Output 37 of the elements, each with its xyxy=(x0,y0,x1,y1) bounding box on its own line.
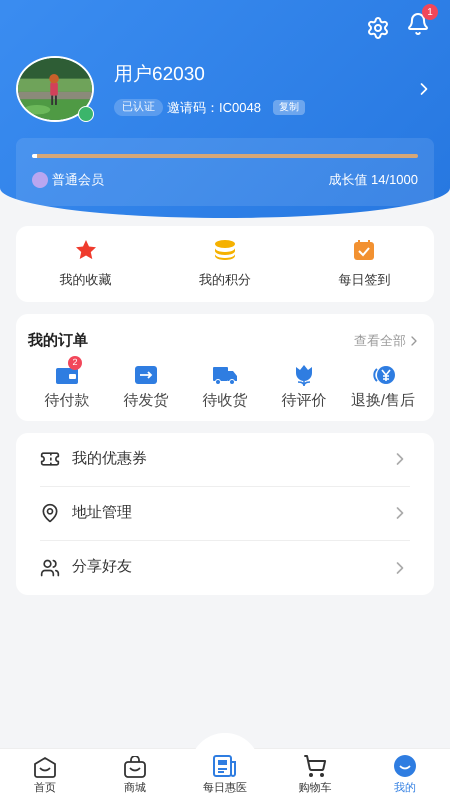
order-status[interactable]: 待评价 xyxy=(265,364,343,412)
location-pin-icon xyxy=(40,503,60,523)
orders-title: 我的订单 xyxy=(28,330,88,350)
badge-icon xyxy=(78,106,94,122)
count-badge: 2 xyxy=(68,356,82,370)
member-medal-icon xyxy=(32,172,48,188)
coins-icon xyxy=(212,238,237,262)
quick-link[interactable]: 每日签到 xyxy=(314,238,414,290)
quick-link[interactable]: 我的积分 xyxy=(174,238,275,290)
star-icon xyxy=(74,238,98,262)
tab-item[interactable]: 商城 xyxy=(100,749,170,800)
notification-badge: 1 xyxy=(422,4,438,20)
menu-item[interactable]: 我的优惠券 xyxy=(40,432,410,486)
invite-code: 邀请码：IC0048 xyxy=(167,98,261,116)
newspaper-icon xyxy=(212,754,238,778)
cart-icon xyxy=(303,754,327,778)
settings-button[interactable] xyxy=(366,16,390,40)
truck-icon xyxy=(212,364,238,386)
tab-item[interactable]: 我的 xyxy=(370,749,440,800)
tab-item[interactable]: 购物车 xyxy=(280,749,350,800)
menu-item[interactable]: 地址管理 xyxy=(40,486,410,540)
menu-item[interactable]: 分享好友 xyxy=(40,540,410,594)
smile-icon xyxy=(393,754,417,778)
order-status[interactable]: 待收货 xyxy=(186,364,264,412)
calendar-check-icon xyxy=(352,238,376,262)
notification-button[interactable] xyxy=(406,12,430,36)
home-icon xyxy=(33,756,57,778)
order-status[interactable]: 退换/售后 xyxy=(344,364,422,412)
growth-value: 成长值 14/1000 xyxy=(328,171,418,189)
member-level: 普通会员 xyxy=(52,171,104,189)
quick-link[interactable]: 我的收藏 xyxy=(36,238,136,290)
shopping-bag-icon xyxy=(123,756,147,778)
users-icon xyxy=(40,558,60,578)
user-name: 用户62030 xyxy=(114,63,206,87)
tab-item[interactable]: 首页 xyxy=(10,749,80,800)
verified-tag: 已认证 xyxy=(114,99,163,116)
order-status[interactable]: 待发货 xyxy=(107,364,185,412)
